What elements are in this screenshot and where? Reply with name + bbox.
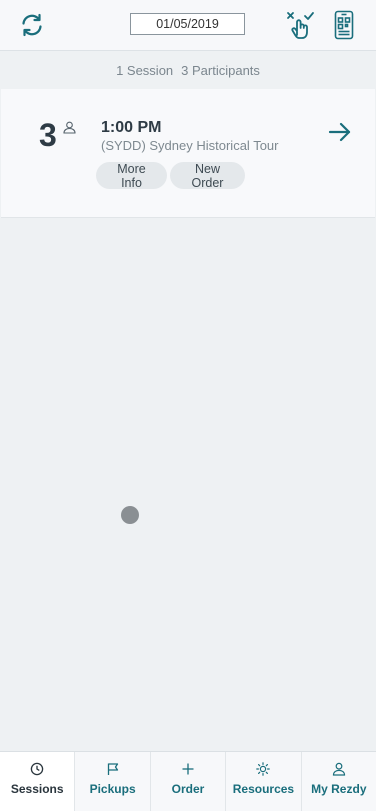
check-in-icon[interactable] [284,8,316,42]
session-summary: 1 Session 3 Participants [0,51,376,89]
session-card[interactable]: 3 1:00 PM (SYDD) Sydney Historical Tour … [1,89,375,218]
participant-count: 3 [39,117,57,153]
bottom-nav: Sessions Pickups Order Resources My Rezd… [0,751,376,811]
sun-icon [256,762,271,776]
nav-sessions[interactable]: Sessions [0,752,76,811]
refresh-icon[interactable] [16,9,48,41]
person-icon [63,121,76,139]
nav-pickups[interactable]: Pickups [75,752,151,811]
nav-sessions-label: Sessions [10,782,64,796]
new-order-button[interactable]: New Order [170,162,245,190]
clock-icon [30,762,44,776]
more-info-button[interactable]: More Info [96,162,167,190]
plus-icon [182,763,194,775]
nav-order-label: Order [171,782,205,796]
nav-my-rezdy[interactable]: My Rezdy [302,752,376,811]
nav-my-rezdy-label: My Rezdy [311,782,367,796]
scan-icon[interactable] [330,8,358,42]
session-time: 1:00 PM [101,119,162,136]
date-input[interactable] [130,13,245,35]
nav-resources-label: Resources [232,782,295,796]
tour-name: (SYDD) Sydney Historical Tour [101,138,279,153]
participant-count-text: 3 Participants [181,62,260,78]
nav-order[interactable]: Order [151,752,227,811]
person-icon [332,762,345,776]
touch-cursor-indicator [121,506,139,524]
nav-pickups-label: Pickups [89,782,136,796]
top-bar [0,0,376,51]
session-count-text: 1 Session [116,62,174,78]
nav-resources[interactable]: Resources [226,752,302,811]
arrow-right-icon[interactable] [327,119,353,145]
flag-icon [107,763,118,775]
